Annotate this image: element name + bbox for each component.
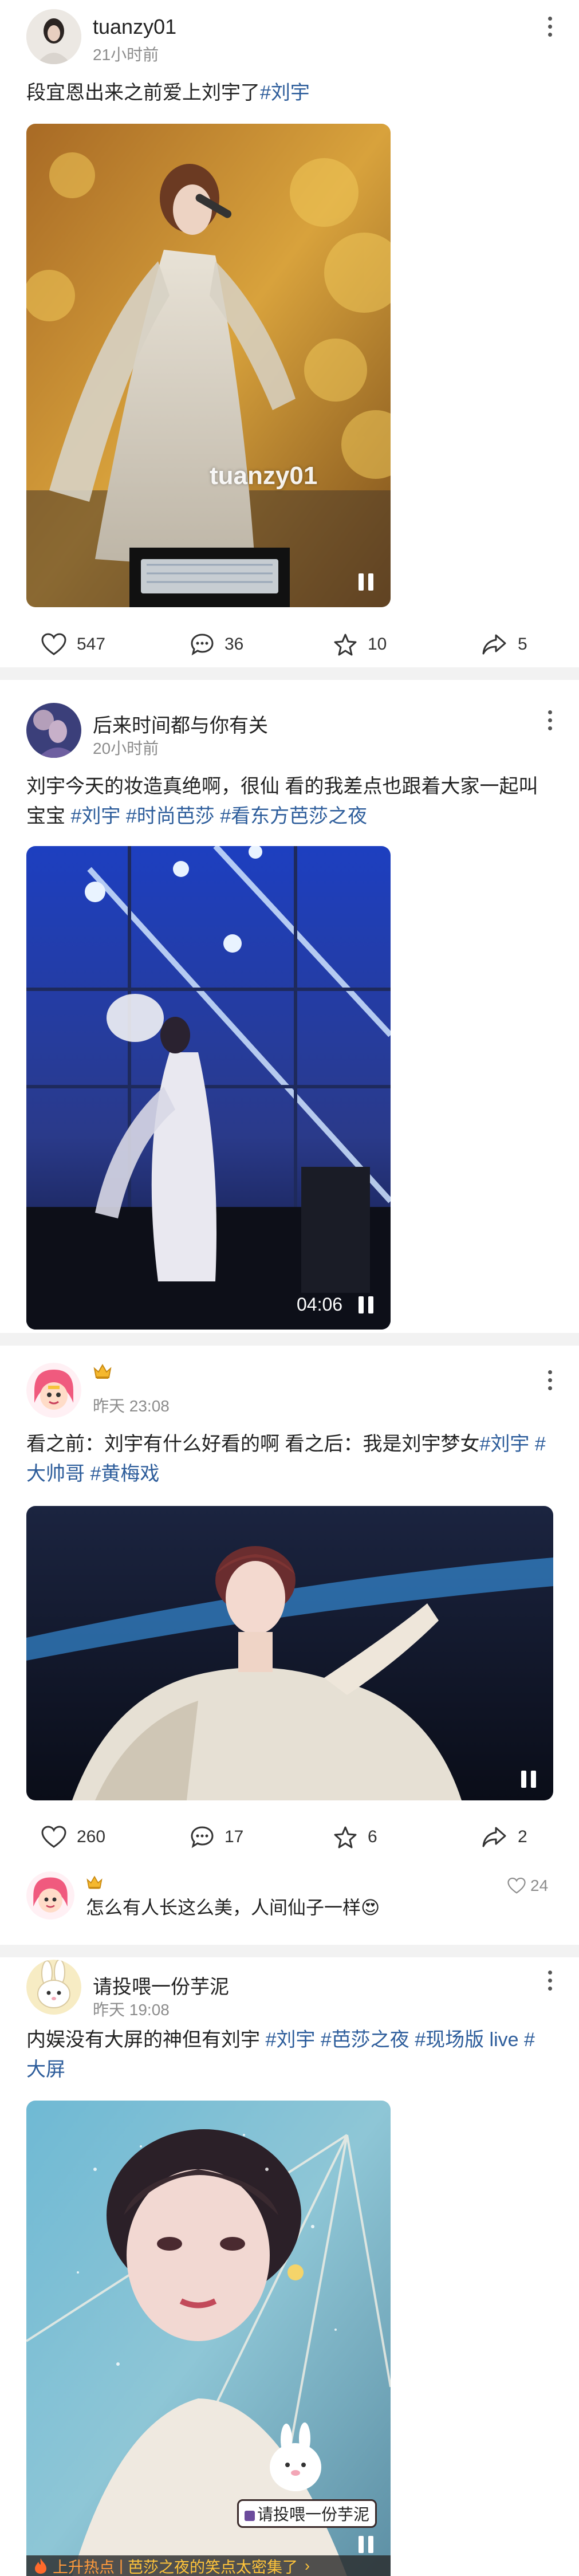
flame-icon [35, 2558, 46, 2574]
post-1: tuanzy01 21小时前 段宜恩出来之前爱上刘宇了#刘宇 tuanzy01 … [0, 0, 579, 667]
pause-icon[interactable] [521, 1771, 536, 1788]
author-name[interactable]: tuanzy01 [93, 15, 176, 39]
post-time: 20小时前 [93, 740, 159, 757]
post-body: 内娱没有大屏的神但有刘宇 [26, 2029, 260, 2051]
top-comment[interactable]: 怎么有人长这么美，人间仙子一样😍 [86, 1893, 380, 1920]
favorite-button[interactable]: 6 [333, 1823, 377, 1851]
avatar[interactable] [26, 1363, 81, 1418]
hashtag[interactable]: #刘宇 [260, 82, 310, 104]
post-text: 刘宇今天的妆造真绝啊，很仙 看的我差点也跟着大家一起叫宝宝 #刘宇 #时尚芭莎 … [26, 772, 553, 831]
comment-icon [191, 1826, 214, 1849]
more-options-icon[interactable] [544, 703, 556, 737]
sticker-icon [245, 2510, 255, 2521]
share-icon [482, 1827, 506, 1847]
star-icon [334, 1826, 357, 1849]
watermark: tuanzy01 [210, 462, 318, 490]
sticker-label: 请投喂一份芋泥 [237, 2499, 377, 2528]
heart-icon [41, 1826, 66, 1848]
comment-text: 怎么有人长这么美，人间仙子一样 [86, 1897, 361, 1918]
like-button[interactable]: 547 [41, 630, 105, 659]
comment-count: 17 [224, 1827, 244, 1846]
video-duration: 04:06 [297, 1294, 343, 1315]
post-text: 段宜恩出来之前爱上刘宇了#刘宇 [26, 78, 553, 108]
favorite-count: 10 [368, 635, 387, 654]
share-count: 2 [518, 1827, 527, 1846]
more-options-icon[interactable] [544, 1363, 556, 1397]
hot-divider: | [119, 2557, 124, 2574]
comment-button[interactable]: 36 [190, 630, 243, 659]
comment-like-button[interactable]: 24 [507, 1871, 548, 1900]
hashtag[interactable]: #黄梅戏 [90, 1463, 159, 1485]
video-thumbnail[interactable]: 04:06 [26, 846, 391, 1330]
hashtag[interactable]: #时尚芭莎 [126, 805, 215, 827]
post-separator [0, 1945, 579, 1957]
hashtag[interactable]: #现场版 live [415, 2029, 518, 2051]
post-4: 请投喂一份芋泥 昨天 19:08 内娱没有大屏的神但有刘宇 #刘宇 #芭莎之夜 … [0, 1957, 579, 2576]
video-thumbnail[interactable]: tuanzy01 [26, 124, 391, 607]
avatar[interactable] [26, 703, 81, 758]
post-time: 21小时前 [93, 46, 159, 64]
sticker-text: 请投喂一份芋泥 [257, 2506, 370, 2523]
post-separator [0, 667, 579, 680]
more-options-icon[interactable] [544, 9, 556, 44]
comment-count: 36 [224, 635, 244, 654]
post-text: 内娱没有大屏的神但有刘宇 #刘宇 #芭莎之夜 #现场版 live #大屏 [26, 2025, 553, 2085]
post-body: 看之前：刘宇有什么好看的啊 看之后：我是刘宇梦女 [26, 1433, 480, 1455]
heart-eyes-emoji: 😍 [361, 1897, 380, 1918]
author-name[interactable]: 请投喂一份芋泥 [93, 1971, 229, 1999]
pause-icon[interactable] [359, 2536, 373, 2553]
video-thumbnail[interactable]: 请投喂一份芋泥 上升热点 | 芭莎之夜的笑点太密集了 › [26, 2101, 391, 2576]
share-count: 5 [518, 635, 527, 654]
heart-icon [41, 633, 66, 655]
favorite-button[interactable]: 10 [333, 630, 387, 659]
share-button[interactable]: 5 [481, 630, 527, 659]
post-separator [0, 1333, 579, 1346]
hot-label: 上升热点 [53, 2558, 115, 2576]
hashtag[interactable]: #刘宇 [265, 2029, 315, 2051]
comment-icon [191, 634, 214, 656]
pause-icon[interactable] [359, 1296, 373, 1313]
star-icon [334, 634, 357, 656]
pause-icon[interactable] [359, 573, 373, 591]
crown-icon [86, 1874, 103, 1891]
post-3: 昨天 23:08 看之前：刘宇有什么好看的啊 看之后：我是刘宇梦女#刘宇 #大帅… [0, 1346, 579, 1945]
crown-icon [93, 1362, 112, 1381]
avatar[interactable] [26, 9, 81, 64]
heart-icon [507, 1877, 526, 1894]
comment-button[interactable]: 17 [190, 1823, 243, 1851]
like-button[interactable]: 260 [41, 1823, 105, 1851]
post-2: 后来时间都与你有关 20小时前 刘宇今天的妆造真绝啊，很仙 看的我差点也跟着大家… [0, 680, 579, 1333]
favorite-count: 6 [368, 1827, 377, 1846]
video-thumbnail[interactable] [26, 1506, 553, 1800]
hot-topic-banner[interactable]: 上升热点 | 芭莎之夜的笑点太密集了 › [26, 2555, 391, 2576]
hashtag[interactable]: #看东方芭莎之夜 [220, 805, 367, 827]
post-text: 看之前：刘宇有什么好看的啊 看之后：我是刘宇梦女#刘宇 #大帅哥 #黄梅戏 [26, 1429, 553, 1489]
share-button[interactable]: 2 [481, 1823, 527, 1851]
hashtag[interactable]: #刘宇 [70, 805, 120, 827]
like-count: 547 [77, 635, 106, 654]
hashtag[interactable]: #芭莎之夜 [321, 2029, 409, 2051]
comment-like-count: 24 [530, 1877, 549, 1894]
author-name[interactable]: 后来时间都与你有关 [93, 710, 268, 738]
comment-avatar[interactable] [26, 1871, 74, 1920]
chevron-right-icon: › [305, 2557, 310, 2574]
post-body: 段宜恩出来之前爱上刘宇了 [26, 82, 260, 104]
like-count: 260 [77, 1827, 106, 1846]
hashtag[interactable]: #刘宇 [479, 1433, 529, 1455]
avatar[interactable] [26, 1960, 81, 2015]
share-icon [482, 634, 506, 655]
post-time: 昨天 19:08 [93, 2001, 170, 2019]
hot-text: 芭莎之夜的笑点太密集了 [128, 2558, 298, 2576]
post-time: 昨天 23:08 [93, 1397, 170, 1415]
more-options-icon[interactable] [544, 1963, 556, 1997]
